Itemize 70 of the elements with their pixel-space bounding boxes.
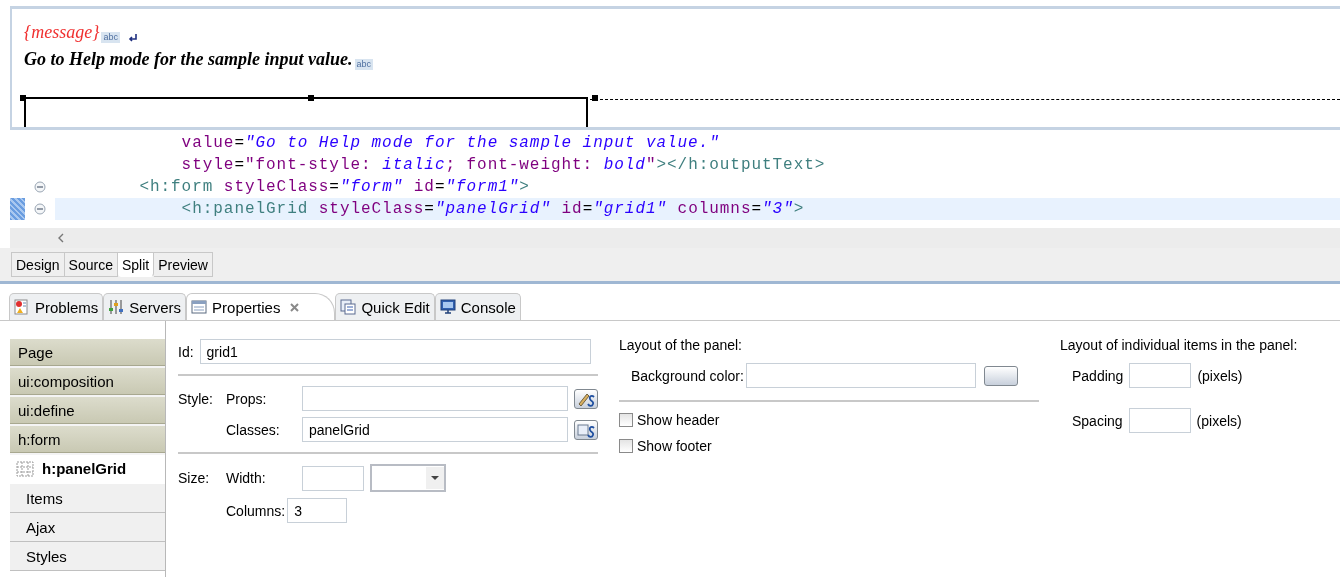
view-tab[interactable]: Console — [434, 293, 521, 320]
field-label: Size: — [178, 470, 211, 486]
checkbox[interactable] — [619, 439, 633, 453]
section-title: Layout of individual items in the panel: — [1060, 337, 1298, 353]
field-label: Style: — [178, 390, 214, 407]
field-label: Columns: — [226, 502, 286, 519]
code-line: style="font-style: italic; font-weight: bold"></h:outputText> — [180, 155, 827, 176]
line-break-icon — [127, 33, 138, 43]
field-label: Padding — [1072, 367, 1124, 384]
classes-field[interactable]: panelGrid — [302, 417, 568, 442]
scroll-left-icon[interactable] — [58, 233, 64, 243]
table-icon — [191, 299, 208, 315]
code-line: <h:form styleClass="form" id="form1"> — [138, 177, 531, 198]
collapse-icon[interactable] — [34, 203, 46, 215]
props-field[interactable] — [302, 386, 568, 411]
resize-handle[interactable] — [308, 95, 314, 101]
unit-label: (pixels) — [1196, 412, 1242, 429]
section-title: Layout of the panel: — [619, 337, 743, 353]
edit-classes-button[interactable] — [574, 419, 598, 440]
field-label: Width: — [226, 470, 267, 486]
resize-handle[interactable] — [592, 95, 598, 101]
monitor-icon — [439, 299, 456, 315]
checkbox-label: Show header — [637, 412, 720, 428]
color-picker-button[interactable] — [983, 365, 1018, 386]
checkbox-label: Show footer — [637, 438, 712, 454]
section-tab[interactable]: h:form — [10, 426, 165, 455]
padding-field[interactable] — [1129, 363, 1192, 388]
field-label: Props: — [226, 390, 268, 407]
code-line: value="Go to Help mode for the sample input value." — [180, 133, 721, 154]
close-icon[interactable] — [289, 301, 301, 313]
editor-tab[interactable]: Design — [11, 252, 65, 277]
help-text: Go to Help mode for the sample input value. — [24, 49, 353, 70]
id-field[interactable]: grid1 — [199, 339, 591, 364]
text-marker: abc — [101, 32, 120, 43]
document-s-icon — [576, 421, 596, 438]
field-label: Background color: — [631, 367, 744, 384]
columns-field[interactable]: 3 — [287, 498, 348, 523]
section-tab[interactable]: Page — [10, 339, 165, 368]
section-tab[interactable]: ui:composition — [10, 368, 165, 397]
section-tab[interactable]: Items — [10, 484, 165, 513]
field-label: Spacing — [1072, 412, 1123, 429]
resize-handle[interactable] — [20, 95, 26, 101]
unit-dropdown[interactable] — [370, 464, 446, 492]
message-placeholder-text: {message} — [24, 22, 100, 43]
view-tab[interactable]: Quick Edit — [335, 293, 435, 320]
collapse-icon[interactable] — [34, 181, 46, 193]
view-tab[interactable]: Servers — [103, 293, 187, 320]
warning-document-icon — [14, 299, 30, 315]
editor-tab[interactable]: Source — [64, 252, 118, 277]
width-field[interactable] — [302, 465, 364, 491]
text-marker: abc — [354, 59, 373, 70]
editor-tab[interactable]: Split — [117, 252, 155, 277]
spacing-field[interactable] — [1128, 408, 1191, 433]
sliders-icon — [108, 299, 125, 315]
horizontal-scrollbar[interactable] — [10, 228, 1340, 248]
background-color-field[interactable] — [745, 363, 976, 388]
checkbox[interactable] — [619, 413, 633, 427]
section-tab[interactable]: ui:define — [10, 397, 165, 426]
view-tab[interactable]: Problems — [9, 293, 104, 320]
section-tab[interactable]: Styles — [10, 542, 165, 571]
grid-icon — [16, 460, 34, 477]
field-label: Id: — [178, 343, 194, 360]
caret-icon — [431, 476, 439, 480]
field-label: Classes: — [226, 421, 281, 438]
section-tab[interactable]: Ajax — [10, 513, 165, 542]
editor-tab[interactable]: Preview — [154, 252, 213, 277]
view-tab[interactable]: Properties — [186, 293, 336, 320]
unit-label: (pixels) — [1197, 367, 1243, 384]
edit-style-button[interactable] — [574, 388, 598, 409]
stacked-pages-icon — [340, 299, 357, 315]
